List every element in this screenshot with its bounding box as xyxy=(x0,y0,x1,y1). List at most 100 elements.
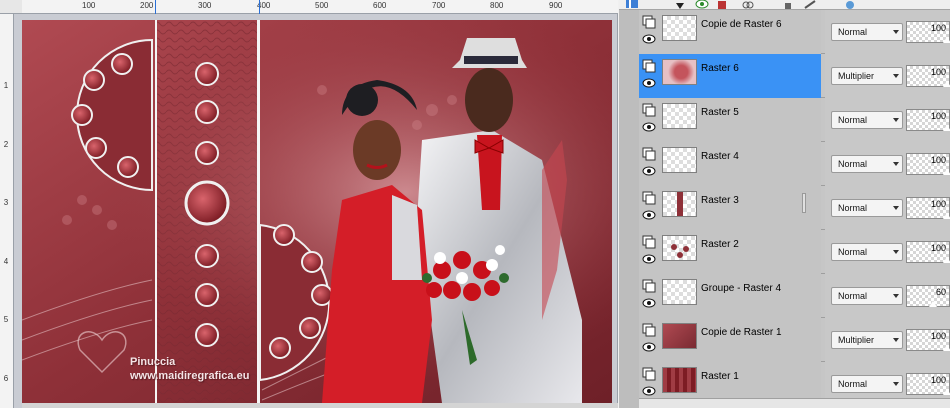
layer-name-area[interactable]: Copie de Raster 1 xyxy=(639,318,821,362)
opacity-slider[interactable]: 100 xyxy=(906,65,950,87)
layers-toolbar xyxy=(619,0,950,10)
layer-row[interactable]: Raster 2 Normal 100 xyxy=(639,230,950,274)
layer-name: Groupe - Raster 4 xyxy=(701,283,782,294)
blend-mode-select[interactable]: Normal xyxy=(831,23,903,41)
image-canvas[interactable]: Pinuccia www.maidiregrafica.eu xyxy=(22,20,612,403)
opacity-slider[interactable]: 100 xyxy=(906,153,950,175)
opacity-handle[interactable] xyxy=(943,257,950,263)
blend-mode-select[interactable]: Normal xyxy=(831,243,903,261)
opacity-handle[interactable] xyxy=(943,345,950,351)
opacity-slider[interactable]: 100 xyxy=(906,197,950,219)
blend-mode-select[interactable]: Normal xyxy=(831,375,903,393)
raster-layer-type-icon xyxy=(642,103,656,117)
layer-name-area[interactable]: Copie de Raster 6 xyxy=(639,10,821,54)
layer-thumbnail xyxy=(662,103,697,129)
canvas-area[interactable]: 100 200 300 400 500 600 700 800 900 1 2 … xyxy=(0,0,618,408)
watermark-name: Pinuccia xyxy=(130,356,176,368)
layer-name-area[interactable]: Raster 3 xyxy=(639,186,821,230)
visibility-toggle-icon[interactable] xyxy=(695,0,709,9)
layer-name-area[interactable]: Raster 4 xyxy=(639,142,821,186)
dropdown-arrow-icon xyxy=(893,74,899,78)
ruler-label: 100 xyxy=(82,1,96,10)
eye-icon[interactable] xyxy=(642,253,656,265)
ruler-label: 800 xyxy=(490,1,504,10)
eye-icon[interactable] xyxy=(642,341,656,353)
layer-thumbnail xyxy=(662,15,697,41)
eye-icon[interactable] xyxy=(642,385,656,397)
eye-icon[interactable] xyxy=(642,297,656,309)
layer-properties-icon[interactable] xyxy=(625,0,639,9)
dropdown-arrow-icon xyxy=(893,338,899,342)
eye-icon[interactable] xyxy=(642,121,656,133)
eye-icon[interactable] xyxy=(642,209,656,221)
layer-name-area[interactable]: Raster 5 xyxy=(639,98,821,142)
canvas-horizontal-scrollbar[interactable] xyxy=(22,403,618,408)
opacity-value: 100 xyxy=(930,23,946,33)
blend-mode-select[interactable]: Normal xyxy=(831,287,903,305)
eye-icon[interactable] xyxy=(642,77,656,89)
layer-thumbnail xyxy=(662,59,697,85)
opacity-slider[interactable]: 100 xyxy=(906,109,950,131)
layer-row[interactable]: Raster 5 Normal 100 xyxy=(639,98,950,142)
layer-name: Copie de Raster 1 xyxy=(701,327,782,338)
opacity-handle[interactable] xyxy=(943,169,950,175)
blend-mode-value: Multiplier xyxy=(838,71,875,81)
artwork xyxy=(22,20,612,403)
layer-row[interactable]: Raster 4 Normal 100 xyxy=(639,142,950,186)
delete-layer-icon[interactable] xyxy=(715,0,729,9)
eye-icon[interactable] xyxy=(642,33,656,45)
blend-mode-select[interactable]: Normal xyxy=(831,155,903,173)
globe-icon[interactable] xyxy=(843,0,857,9)
dropdown-arrow-icon xyxy=(893,206,899,210)
blend-mode-value: Multiplier xyxy=(838,335,875,345)
blend-mode-select[interactable]: Normal xyxy=(831,199,903,217)
opacity-handle[interactable] xyxy=(943,389,950,395)
opacity-value: 100 xyxy=(930,111,946,121)
ruler-label: 3 xyxy=(3,198,9,207)
layer-row[interactable]: Copie de Raster 6 Normal 100 xyxy=(639,10,950,54)
layer-name-area[interactable]: Groupe - Raster 4 xyxy=(639,274,821,318)
raster-layer-type-icon xyxy=(642,235,656,249)
blend-mode-select[interactable]: Multiplier xyxy=(831,331,903,349)
opacity-handle[interactable] xyxy=(943,37,950,43)
layer-name-area[interactable]: Raster 2 xyxy=(639,230,821,274)
opacity-slider[interactable]: 100 xyxy=(906,21,950,43)
opacity-handle[interactable] xyxy=(928,301,937,307)
link-chain-icon[interactable] xyxy=(803,0,817,9)
layer-blend-area: Normal 100 xyxy=(825,230,950,274)
layer-row[interactable]: Copie de Raster 1 Multiplier 100 xyxy=(639,318,950,362)
raster-layer-type-icon xyxy=(642,191,656,205)
opacity-slider[interactable]: 100 xyxy=(906,329,950,351)
opacity-handle[interactable] xyxy=(943,213,950,219)
ruler-label: 700 xyxy=(432,1,446,10)
layers-horizontal-scrollbar[interactable] xyxy=(639,398,950,408)
opacity-handle[interactable] xyxy=(943,125,950,131)
layers-panel: Copie de Raster 6 Normal 100 Raster 6 Mu… xyxy=(619,0,950,408)
layer-thumbnail xyxy=(662,235,697,261)
eye-icon[interactable] xyxy=(642,165,656,177)
link-icon[interactable] xyxy=(741,0,755,9)
opacity-slider[interactable]: 100 xyxy=(906,241,950,263)
layer-thumbnail xyxy=(662,191,697,217)
layer-thumbnail xyxy=(662,367,697,393)
arrow-down-icon[interactable] xyxy=(673,0,687,9)
layer-blend-area: Normal 60 xyxy=(825,274,950,318)
layer-row[interactable]: Raster 3 Normal 100 xyxy=(639,186,950,230)
opacity-value: 60 xyxy=(935,287,946,297)
ruler-label: 6 xyxy=(3,374,9,383)
layer-row[interactable]: Raster 6 Multiplier 100 xyxy=(639,54,950,98)
opacity-value: 100 xyxy=(930,67,946,77)
layer-name-area[interactable]: Raster 6 xyxy=(639,54,821,98)
blend-mode-value: Normal xyxy=(838,247,868,257)
opacity-handle[interactable] xyxy=(943,81,950,87)
blend-mode-select[interactable]: Multiplier xyxy=(831,67,903,85)
blend-mode-select[interactable]: Normal xyxy=(831,111,903,129)
lock-icon[interactable] xyxy=(781,0,795,9)
opacity-slider[interactable]: 100 xyxy=(906,373,950,395)
dropdown-arrow-icon xyxy=(893,382,899,386)
ruler-label: 500 xyxy=(315,1,329,10)
layer-list-gutter xyxy=(619,10,639,408)
opacity-slider[interactable]: 60 xyxy=(906,285,950,307)
panel-collapse-handle[interactable] xyxy=(802,193,806,213)
layer-row[interactable]: Groupe - Raster 4 Normal 60 xyxy=(639,274,950,318)
